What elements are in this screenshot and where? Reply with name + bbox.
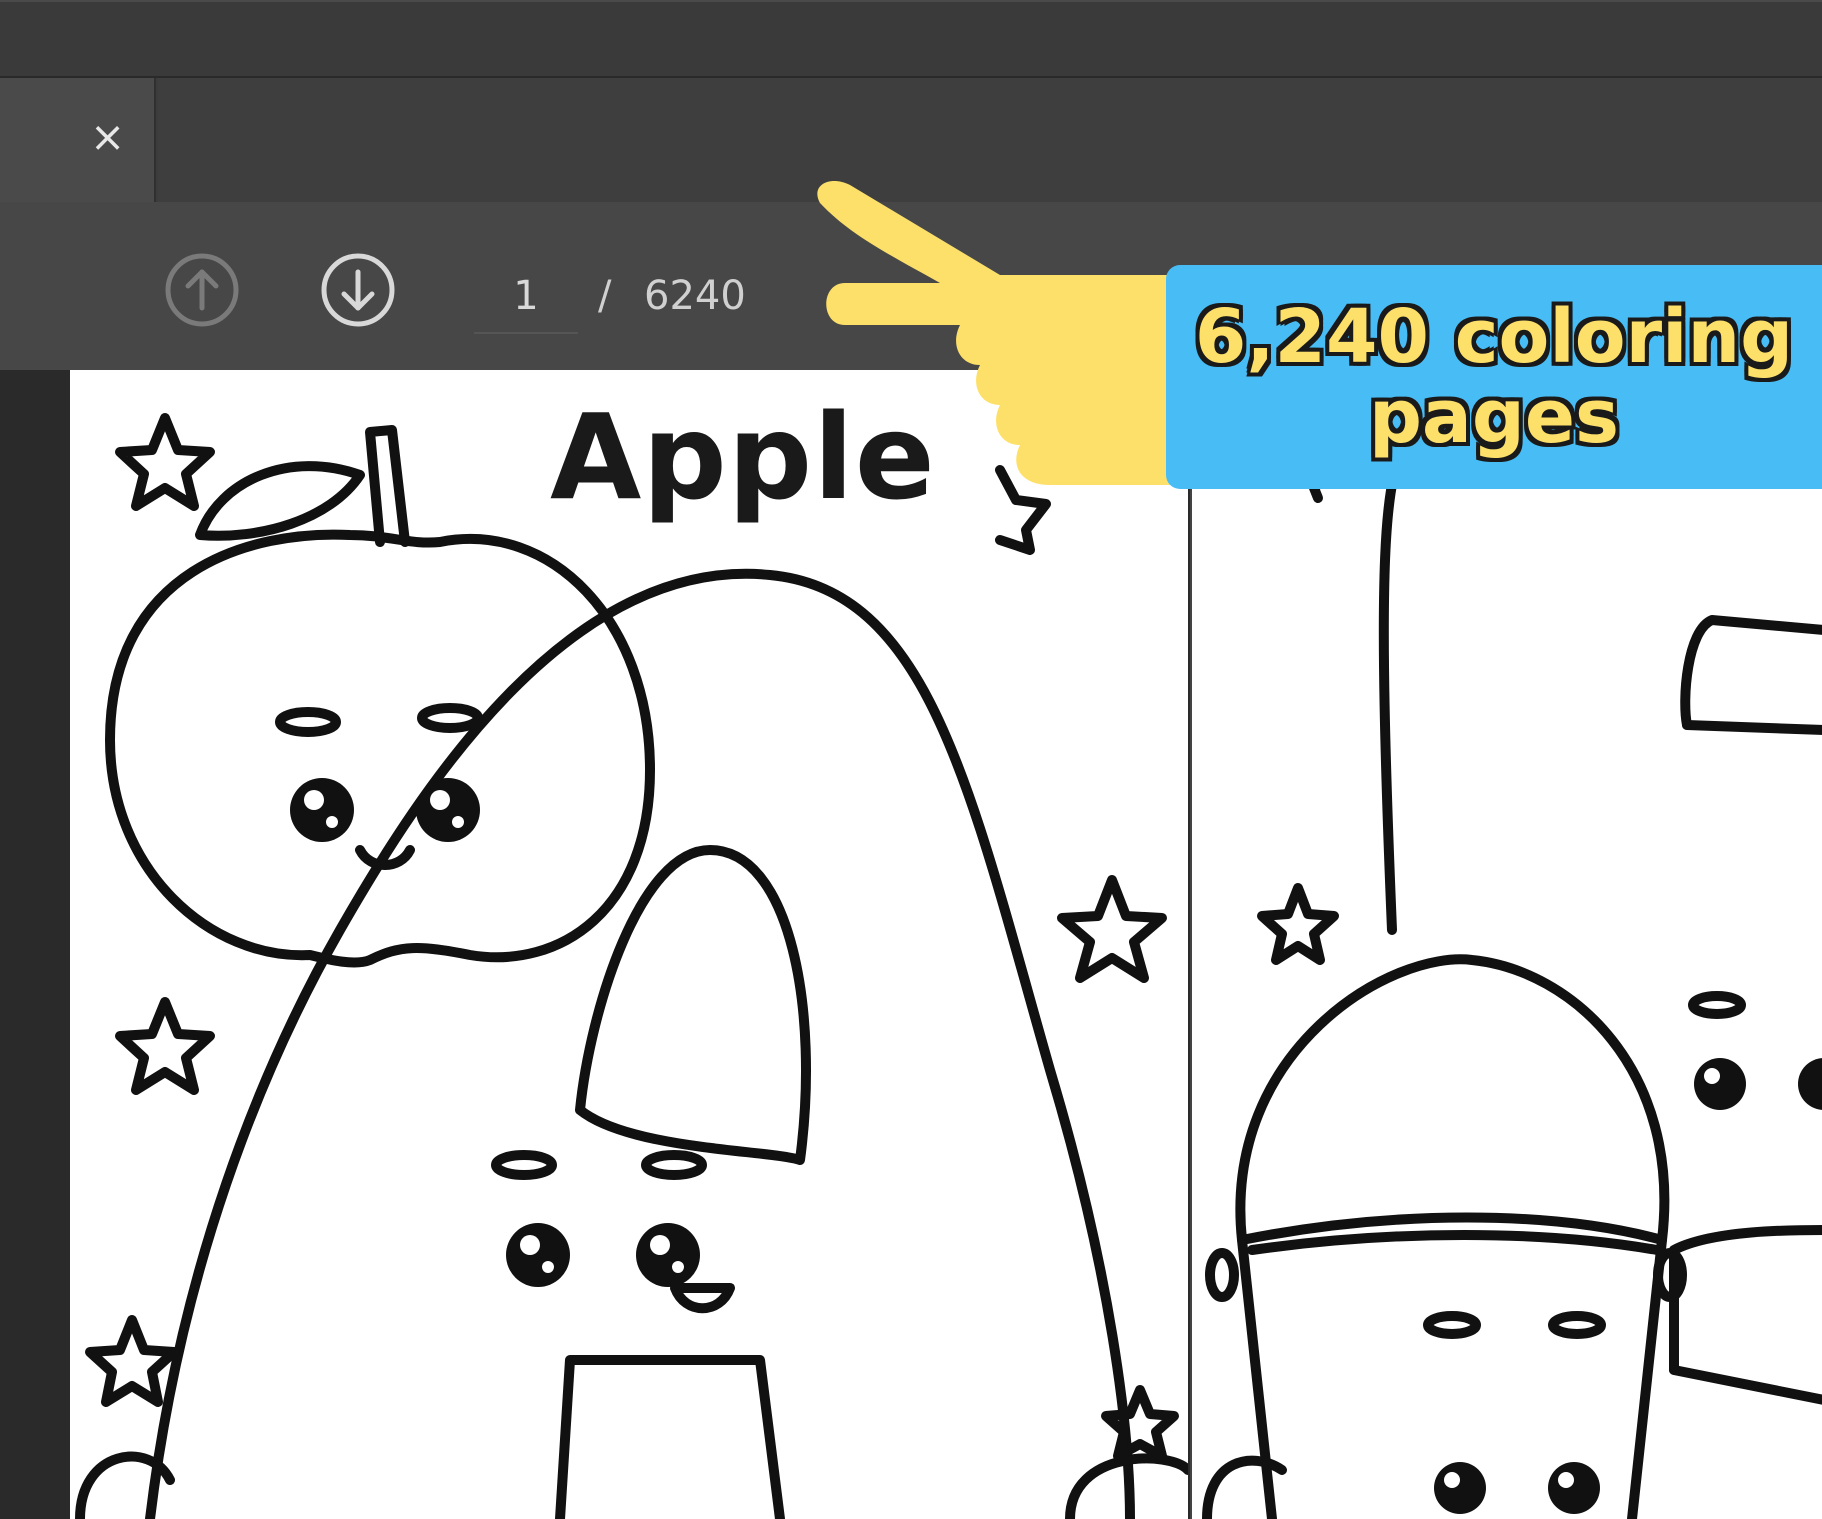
pdf-page-1: Apple xyxy=(70,370,1188,1519)
document-viewer[interactable]: Apple xyxy=(0,370,1822,1519)
close-tab-icon[interactable]: × xyxy=(90,116,125,158)
page-number-input[interactable]: 1 xyxy=(474,260,578,334)
page-separator: / xyxy=(598,273,612,319)
pointing-hand-icon xyxy=(817,181,1190,486)
coloring-art-apple xyxy=(75,413,1188,1519)
pdf-page-2 xyxy=(1190,370,1822,1519)
coloring-art-bucket xyxy=(1202,420,1822,1519)
total-pages-label: 6240 xyxy=(644,273,746,319)
promo-callout: 6,240 coloring pages xyxy=(1166,265,1822,489)
document-tab[interactable]: × xyxy=(0,78,156,202)
window-title-bar xyxy=(0,0,1822,76)
callout-text: 6,240 coloring pages xyxy=(1194,294,1794,460)
arrow-up-circle-icon[interactable] xyxy=(164,252,240,328)
arrow-down-circle-icon[interactable] xyxy=(320,252,396,328)
